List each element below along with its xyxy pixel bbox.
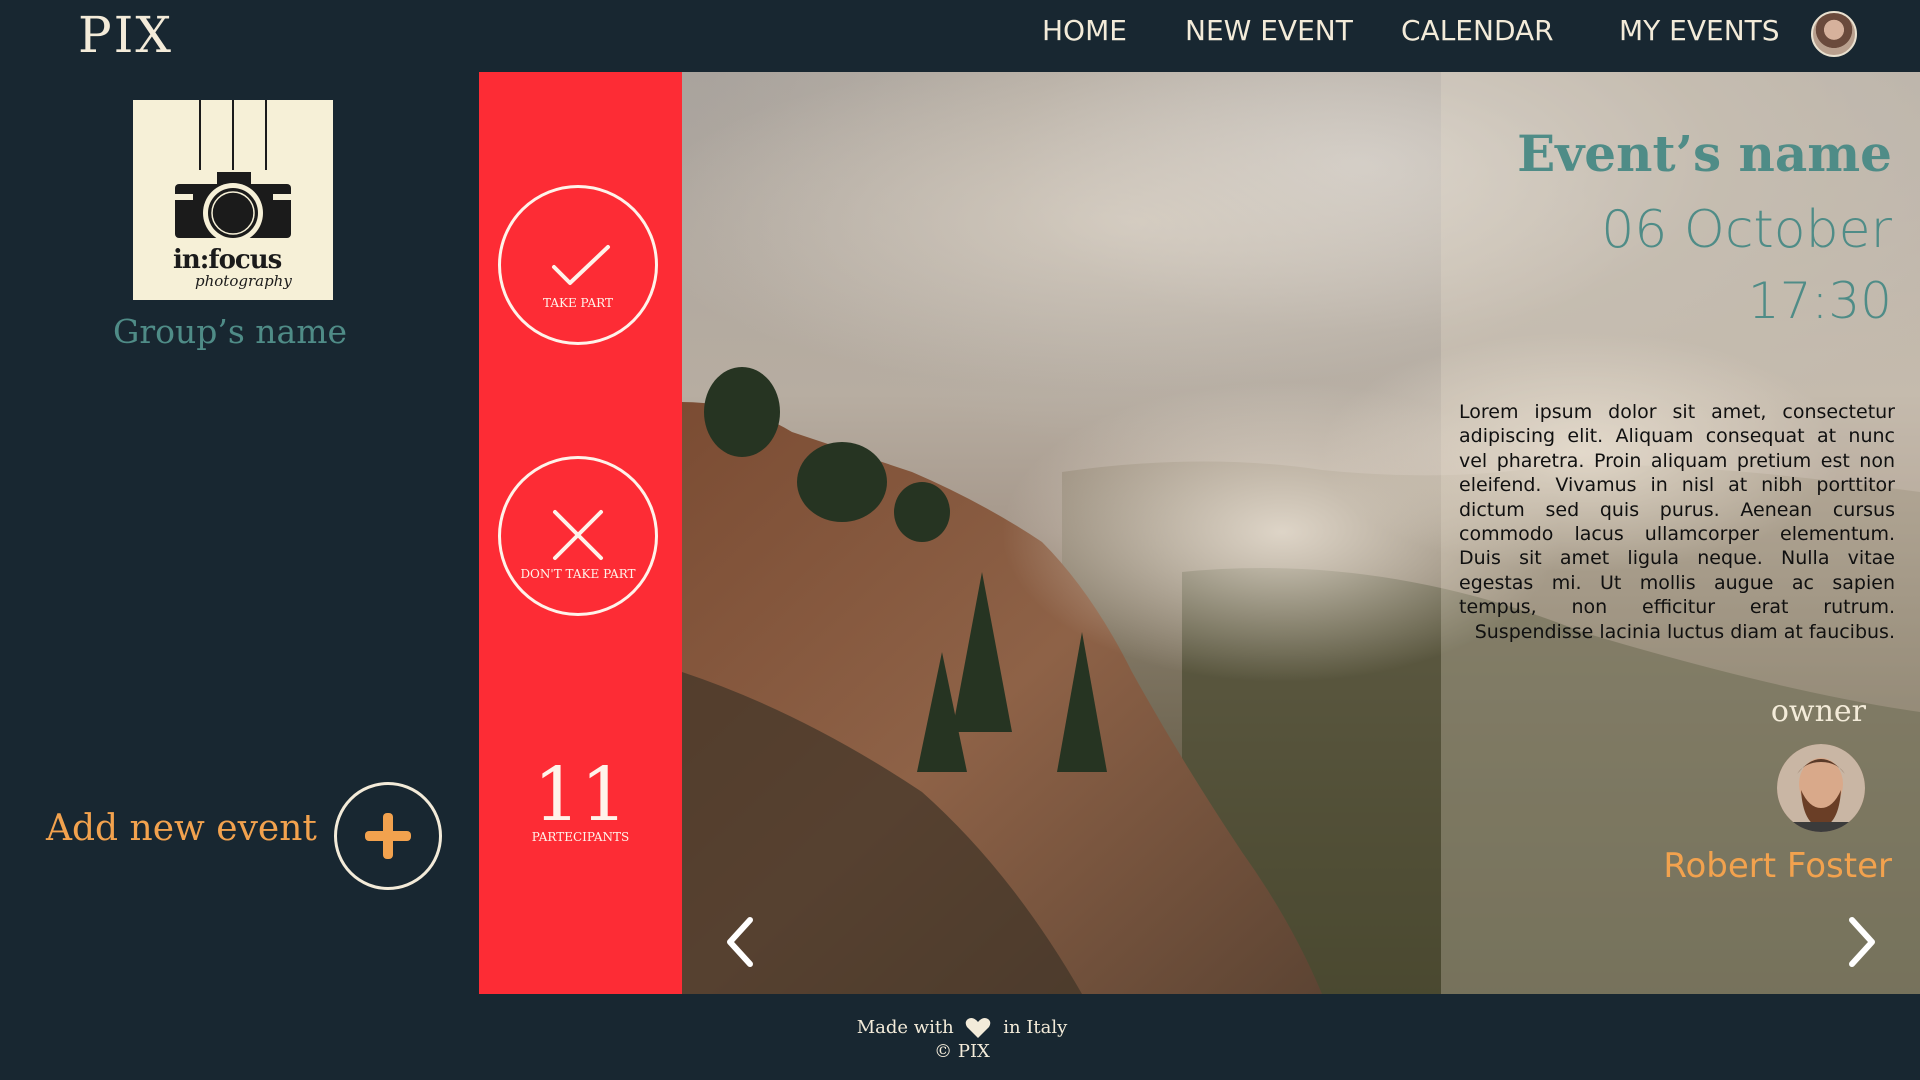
group-name[interactable]: Group’s name [60, 312, 400, 351]
group-logo-brand: in:focus [173, 245, 282, 275]
event-date: 06 October [1601, 200, 1892, 260]
event-title: Event’s name [1517, 124, 1892, 183]
plus-icon-vertical [383, 813, 393, 859]
check-icon [552, 245, 610, 285]
owner-label: owner [1770, 694, 1866, 729]
chevron-right-icon[interactable] [1842, 912, 1882, 972]
footer-copyright: © PIX [934, 1041, 990, 1062]
chevron-left-icon[interactable] [720, 912, 760, 972]
footer-in-italy: in Italy [1003, 1017, 1068, 1038]
take-part-button[interactable]: TAKE PART [498, 185, 658, 345]
footer-made-with-line: Made with in Italy [682, 1016, 1242, 1040]
event-time: 17:30 [1747, 272, 1892, 330]
close-icon [553, 510, 603, 560]
nav-new-event[interactable]: NEW EVENT [1185, 14, 1353, 47]
event-description: Lorem ipsum dolor sit amet, consectetur … [1459, 401, 1895, 643]
participants-count: 11 [533, 752, 628, 838]
participants-label: PARTECIPANTS [531, 830, 630, 844]
take-part-label: TAKE PART [542, 296, 614, 310]
footer-made-with: Made with [856, 1017, 954, 1038]
heart-icon [966, 1018, 991, 1038]
footer: Made with in Italy © PIX [682, 1016, 1242, 1064]
rsvp-panel: TAKE PART DON'T TAKE PART 11 PARTECIPANT… [479, 72, 682, 994]
group-logo-tagline: photography [195, 272, 292, 290]
owner-avatar[interactable] [1777, 744, 1865, 832]
nav-calendar[interactable]: CALENDAR [1401, 14, 1554, 47]
group-logo: in:focus photography [133, 100, 333, 300]
dont-take-part-button[interactable]: DON'T TAKE PART [498, 456, 658, 616]
add-event-label[interactable]: Add new event [46, 808, 317, 849]
user-avatar[interactable] [1811, 11, 1857, 57]
dont-take-part-label: DON'T TAKE PART [520, 567, 636, 581]
owner-name[interactable]: Robert Foster [1663, 846, 1892, 886]
app-logo[interactable]: PIX [78, 6, 173, 64]
nav-home[interactable]: HOME [1042, 14, 1127, 47]
event-hero: Event’s name 06 October 17:30 Lorem ipsu… [682, 72, 1920, 994]
add-event-button[interactable] [334, 782, 442, 890]
owner-photo [1777, 744, 1865, 832]
event-page: PIX HOME NEW EVENT CALENDAR MY EVENTS in… [0, 0, 1920, 1080]
nav-my-events[interactable]: MY EVENTS [1619, 14, 1780, 47]
